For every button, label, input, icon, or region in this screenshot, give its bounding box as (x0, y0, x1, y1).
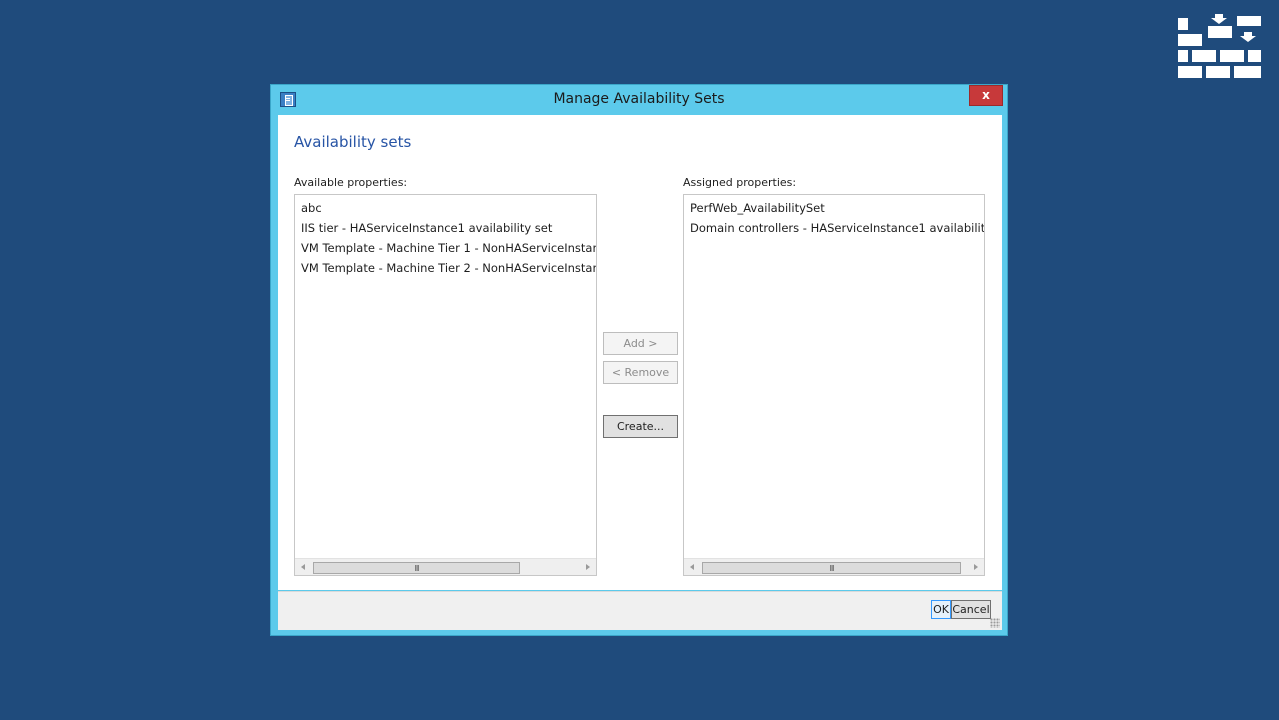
horizontal-scrollbar[interactable]: III (295, 558, 596, 575)
title-bar[interactable]: Manage Availability Sets x (271, 85, 1007, 115)
list-item[interactable]: VM Template - Machine Tier 1 - NonHAServ… (301, 238, 596, 258)
create-button[interactable]: Create... (603, 415, 678, 438)
scrollbar-thumb[interactable]: III (702, 562, 961, 574)
list-item[interactable]: abc (301, 198, 596, 218)
available-properties-label: Available properties: (294, 176, 408, 189)
scrollbar-thumb[interactable]: III (313, 562, 520, 574)
scroll-left-arrow-icon[interactable] (690, 564, 694, 570)
cancel-button[interactable]: Cancel (951, 600, 991, 619)
list-item[interactable]: PerfWeb_AvailabilitySet (690, 198, 984, 218)
window-title: Manage Availability Sets (553, 91, 725, 107)
assigned-properties-label: Assigned properties: (683, 176, 797, 189)
dialog-content: Availability sets Available properties: … (278, 115, 1002, 590)
list-item[interactable]: VM Template - Machine Tier 2 - NonHAServ… (301, 258, 596, 278)
scroll-left-arrow-icon[interactable] (301, 564, 305, 570)
assigned-properties-list[interactable]: PerfWeb_AvailabilitySet Domain controlle… (683, 194, 985, 576)
manage-availability-sets-dialog: Manage Availability Sets x Availability … (270, 84, 1008, 636)
brick-wall-logo-icon (1178, 14, 1261, 78)
section-title: Availability sets (294, 133, 412, 151)
horizontal-scrollbar[interactable]: III (684, 558, 984, 575)
close-button[interactable]: x (969, 85, 1003, 106)
scroll-right-arrow-icon[interactable] (974, 564, 978, 570)
resize-grip-icon[interactable] (990, 618, 1000, 628)
close-icon: x (982, 88, 990, 102)
remove-button[interactable]: < Remove (603, 361, 678, 384)
grip-icon: III (414, 564, 419, 573)
grip-icon: III (829, 564, 834, 573)
dialog-footer: OK Cancel (278, 591, 1002, 630)
ok-button[interactable]: OK (931, 600, 951, 619)
add-button[interactable]: Add > (603, 332, 678, 355)
list-item[interactable]: Domain controllers - HAServiceInstance1 … (690, 218, 984, 238)
scroll-right-arrow-icon[interactable] (586, 564, 590, 570)
available-properties-list[interactable]: abc IIS tier - HAServiceInstance1 availa… (294, 194, 597, 576)
list-item[interactable]: IIS tier - HAServiceInstance1 availabili… (301, 218, 596, 238)
